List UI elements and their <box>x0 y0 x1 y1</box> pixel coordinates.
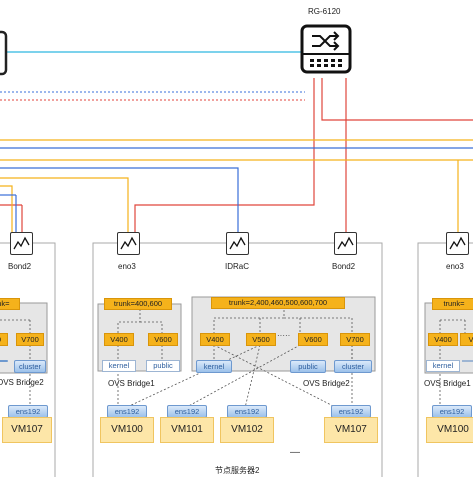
right-eno3-nic-icon[interactable] <box>446 232 469 255</box>
bridge2-ellipsis: ····· <box>277 331 291 340</box>
left-trunk-label: trunk= <box>0 298 20 310</box>
bridge2-pill-cluster: cluster <box>334 360 372 373</box>
bond2-label: Bond2 <box>332 262 356 271</box>
left-nic-label: Bond2 <box>8 262 32 271</box>
eno3-label: eno3 <box>118 262 136 271</box>
left-vm107[interactable]: VM107 <box>2 417 52 443</box>
left-pill-partial <box>0 360 8 362</box>
bridge2-label: OVS Bridge2 <box>303 379 350 388</box>
bond2-nic-icon[interactable] <box>334 232 357 255</box>
vm-ellipsis: — <box>290 447 300 458</box>
link-red-2 <box>321 78 473 121</box>
right-pill-partial <box>462 360 473 362</box>
bridge2-vlan-v400: V400 <box>200 333 230 346</box>
bridge2-vlan-v700: V700 <box>340 333 370 346</box>
vm101[interactable]: VM101 <box>160 417 214 443</box>
bridge2-pill-public: public <box>290 360 326 373</box>
left-pill-cluster: cluster <box>14 360 46 373</box>
vm100[interactable]: VM100 <box>100 417 154 443</box>
idrac-label: IDRaC <box>225 262 250 271</box>
bridge1-pill-public: public <box>146 360 180 372</box>
network-switch-icon[interactable] <box>300 24 352 76</box>
right-nic-label: eno3 <box>446 262 464 271</box>
right-vlan-v400: V400 <box>428 333 458 346</box>
bridge2-trunk-label: trunk=2,400,460,500,600,700 <box>211 297 345 309</box>
vm102[interactable]: VM102 <box>220 417 274 443</box>
vm107[interactable]: VM107 <box>324 417 378 443</box>
bridge1-pill-kernel: kernel <box>102 360 136 372</box>
switch-name: RG-6120 <box>308 7 341 16</box>
bridge1-vlan-v400: V400 <box>104 333 134 346</box>
right-vm100[interactable]: VM100 <box>426 417 473 443</box>
left-device-icon <box>0 30 8 76</box>
bridge1-vlan-v600: V600 <box>148 333 178 346</box>
bridge2-vlan-v600: V600 <box>298 333 328 346</box>
left-bond2-nic-icon[interactable] <box>10 232 33 255</box>
left-vlan-v700: V700 <box>16 333 44 346</box>
right-pill-kernel: kernel <box>426 360 460 372</box>
eno3-nic-icon[interactable] <box>117 232 140 255</box>
right-vlan-partial: V <box>460 333 473 346</box>
bridge1-label: OVS Bridge1 <box>108 379 155 388</box>
server-caption: 节点服务器2 <box>215 466 260 475</box>
bridge2-vlan-v500: V500 <box>246 333 276 346</box>
network-topology-diagram: RG-6120 Bond2 eno3 IDRaC Bond2 eno3 trun… <box>0 0 473 477</box>
left-bridge-label: OVS Bridge2 <box>0 378 44 387</box>
left-vlan-partial: 0 <box>0 333 8 346</box>
idrac-nic-icon[interactable] <box>226 232 249 255</box>
link-red-1 <box>134 78 315 232</box>
bridge2-pill-kernel: kernel <box>196 360 232 373</box>
right-trunk-label: trunk= <box>432 298 473 310</box>
right-bridge-label: OVS Bridge1 <box>424 379 471 388</box>
link-orange-4 <box>0 185 13 232</box>
bridge1-trunk-label: trunk=400,600 <box>104 298 172 310</box>
